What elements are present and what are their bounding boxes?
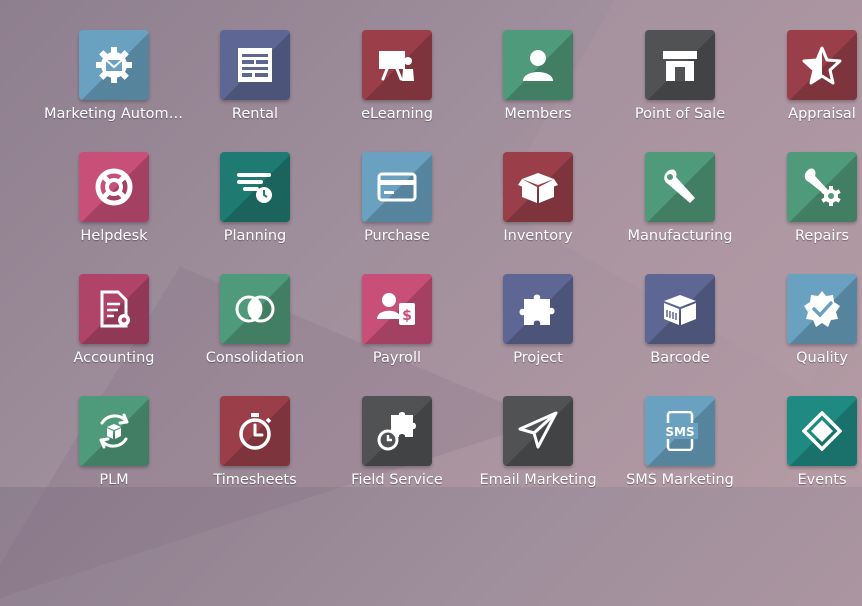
app-label: Payroll [372,350,422,366]
app-tile[interactable] [787,274,857,344]
app-consolidation[interactable]: Consolidation [185,274,325,366]
app-tile[interactable] [79,274,149,344]
app-project[interactable]: Project [468,274,608,366]
app-field-service[interactable]: Field Service [327,396,467,488]
app-tile[interactable] [503,152,573,222]
app-marketing-automation[interactable]: Marketing Automation [44,30,184,122]
app-label: Project [513,350,563,366]
app-tile[interactable] [220,396,290,466]
app-timesheets[interactable]: Timesheets [185,396,325,488]
app-label: Events [797,472,847,488]
app-label: Consolidation [205,350,305,366]
app-tile[interactable] [79,152,149,222]
app-label: Helpdesk [80,228,148,244]
app-tile[interactable] [79,396,149,466]
app-tile[interactable] [362,152,432,222]
app-tile[interactable] [503,396,573,466]
app-elearning[interactable]: eLearning [327,30,467,122]
svg-text:$: $ [402,308,412,324]
app-label: Marketing Automation [44,106,184,122]
svg-text:SMS: SMS [665,425,694,439]
app-manufacturing[interactable]: Manufacturing [610,152,750,244]
app-point-of-sale[interactable]: Point of Sale [610,30,750,122]
app-label: Email Marketing [479,472,597,488]
app-tile[interactable]: SMS [645,396,715,466]
app-repairs[interactable]: Repairs [752,152,862,244]
app-tile[interactable] [503,274,573,344]
app-barcode[interactable]: Barcode [610,274,750,366]
app-label: Quality [796,350,848,366]
app-label: Planning [223,228,287,244]
app-label: Inventory [503,228,573,244]
app-tile[interactable] [503,30,573,100]
app-label: Appraisal [788,106,856,122]
app-label: Accounting [73,350,155,366]
app-accounting[interactable]: Accounting [44,274,184,366]
app-label: SMS Marketing [626,472,734,488]
app-appraisal[interactable]: Appraisal [752,30,862,122]
app-tile[interactable] [645,274,715,344]
app-tile[interactable] [787,152,857,222]
app-grid: Marketing Automation Rental eLearning Membe… [0,0,862,488]
app-inventory[interactable]: Inventory [468,152,608,244]
app-tile[interactable] [645,30,715,100]
app-sms-marketing[interactable]: SMS SMS Marketing [610,396,750,488]
app-email-marketing[interactable]: Email Marketing [468,396,608,488]
app-tile[interactable] [787,396,857,466]
app-label: PLM [99,472,129,488]
app-label: Field Service [351,472,443,488]
app-label: Members [504,106,572,122]
app-helpdesk[interactable]: Helpdesk [44,152,184,244]
app-members[interactable]: Members [468,30,608,122]
app-plm[interactable]: PLM [44,396,184,488]
app-events[interactable]: Events [752,396,862,488]
app-tile[interactable] [220,30,290,100]
app-tile[interactable] [220,152,290,222]
app-tile[interactable] [362,30,432,100]
app-label: Point of Sale [634,106,726,122]
app-label: eLearning [361,106,433,122]
app-purchase[interactable]: Purchase [327,152,467,244]
app-tile[interactable] [79,30,149,100]
app-tile[interactable] [787,30,857,100]
app-tile[interactable]: $ [362,274,432,344]
app-label: Manufacturing [627,228,733,244]
app-payroll[interactable]: $ Payroll [327,274,467,366]
app-tile[interactable] [220,274,290,344]
app-rental[interactable]: Rental [185,30,325,122]
app-label: Barcode [650,350,710,366]
app-tile[interactable] [645,152,715,222]
app-tile[interactable] [362,396,432,466]
app-label: Timesheets [213,472,297,488]
app-label: Repairs [795,228,849,244]
app-label: Purchase [364,228,430,244]
app-quality[interactable]: Quality [752,274,862,366]
app-planning[interactable]: Planning [185,152,325,244]
app-label: Rental [231,106,279,122]
